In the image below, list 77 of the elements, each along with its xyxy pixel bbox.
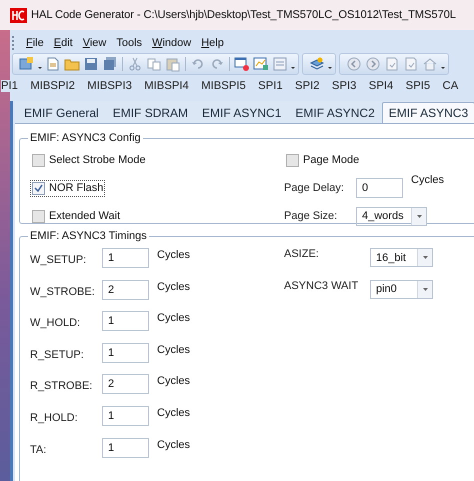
copy-icon[interactable] — [146, 56, 162, 72]
field-label: ASYNC3 WAIT — [284, 280, 360, 292]
window-title: HAL Code Generator - C:\Users\hjb\Desktop\Test_TMS570LC_OS1012\Test_TMS570L — [31, 9, 456, 21]
unit-label: Cycles — [157, 375, 190, 388]
menu-item[interactable]: Tools — [111, 36, 148, 48]
tab[interactable]: EMIF ASYNC3 — [382, 102, 474, 123]
unit-label: Cycles — [157, 406, 190, 419]
cut-icon[interactable] — [127, 56, 143, 72]
chart-icon[interactable] — [253, 56, 269, 72]
unit-label: Cycles — [157, 344, 190, 356]
checkbox-option[interactable]: Select Strobe Mode — [30, 152, 148, 168]
peripheral-tab[interactable]: SPI4 — [362, 80, 400, 92]
field-label: TA: — [30, 442, 48, 456]
peripheral-tab[interactable]: SPI2 — [288, 80, 326, 92]
peripheral-tab[interactable]: MIBSPI5 — [195, 80, 252, 92]
field-label: W_SETUP: — [30, 253, 88, 266]
back-icon[interactable] — [346, 56, 362, 72]
field-label: R_SETUP: — [30, 348, 85, 361]
peripheral-tab[interactable]: MIBSPI4 — [138, 80, 196, 92]
save-icon[interactable] — [83, 56, 99, 72]
tab[interactable]: EMIF SDRAM — [106, 102, 196, 123]
unit-label: Cycles — [411, 174, 444, 186]
dropdown[interactable]: 4_words — [356, 206, 427, 226]
peripheral-tab[interactable]: SPI3 — [326, 80, 363, 92]
peripheral-tab[interactable]: SPI1 — [252, 80, 289, 92]
checkbox-option[interactable]: NOR Flash — [30, 180, 106, 196]
check-icon — [34, 184, 43, 192]
group-title: EMIF: ASYNC3 Timings — [29, 230, 148, 242]
field-label: W_HOLD: — [30, 316, 82, 330]
page-icon[interactable] — [384, 56, 400, 72]
checkbox-option[interactable]: Extended Wait — [30, 208, 122, 224]
menu-item[interactable]: Window — [147, 36, 196, 48]
field-label: Page Delay: — [284, 182, 345, 194]
save-all-icon[interactable] — [102, 56, 118, 72]
field-label: R_HOLD: — [30, 410, 79, 424]
caret-icon — [422, 256, 428, 259]
group-title: EMIF: ASYNC3 Config — [29, 132, 142, 144]
input-field[interactable]: 1 — [102, 438, 149, 458]
field-label: Page Size: — [284, 210, 338, 222]
new-project-icon[interactable] — [19, 56, 35, 72]
peripheral-tab[interactable]: MIBSPI3 — [81, 80, 138, 92]
dropdown[interactable]: 16_bit — [370, 248, 433, 267]
layers-icon[interactable] — [309, 56, 325, 72]
field-label: W_STROBE: — [30, 284, 96, 298]
input-field[interactable]: 1 — [102, 342, 149, 363]
unit-label: Cycles — [157, 280, 190, 293]
peripheral-tab[interactable]: MIBSPI2 — [24, 80, 82, 92]
caret-icon — [416, 214, 422, 218]
caret-icon — [422, 288, 428, 291]
input-field[interactable]: 2 — [102, 374, 149, 394]
checkbox-option[interactable]: Page Mode — [284, 152, 362, 168]
input-field[interactable]: 0 — [356, 178, 403, 198]
menu-item[interactable]: File — [21, 36, 49, 48]
unit-label: Cycles — [157, 249, 190, 261]
input-field[interactable]: 1 — [102, 406, 149, 426]
app-logo-icon — [10, 8, 27, 22]
input-field[interactable]: 2 — [102, 280, 149, 300]
tab[interactable]: EMIF General — [17, 102, 106, 123]
unit-label: Cycles — [157, 438, 190, 451]
peripheral-tab[interactable]: SPI5 — [399, 80, 436, 92]
forward-icon[interactable] — [365, 56, 381, 72]
menu-item[interactable]: Help — [196, 36, 229, 48]
document-icon[interactable] — [45, 56, 61, 72]
menu-item[interactable]: Edit — [48, 36, 78, 48]
paste-icon[interactable] — [165, 56, 181, 72]
window-icon[interactable] — [234, 56, 250, 72]
tab[interactable]: EMIF ASYNC2 — [288, 102, 382, 123]
field-label: ASIZE: — [284, 248, 320, 260]
peripheral-tab[interactable]: CA — [436, 80, 464, 92]
input-field[interactable]: 1 — [102, 248, 149, 268]
input-field[interactable]: 1 — [102, 311, 149, 332]
tab[interactable]: EMIF ASYNC1 — [195, 102, 288, 123]
dropdown[interactable]: pin0 — [370, 280, 433, 299]
page-icon[interactable] — [403, 56, 419, 72]
unit-label: Cycles — [157, 312, 190, 324]
menu-item[interactable]: View — [78, 36, 112, 48]
field-label: R_STROBE: — [30, 379, 94, 392]
